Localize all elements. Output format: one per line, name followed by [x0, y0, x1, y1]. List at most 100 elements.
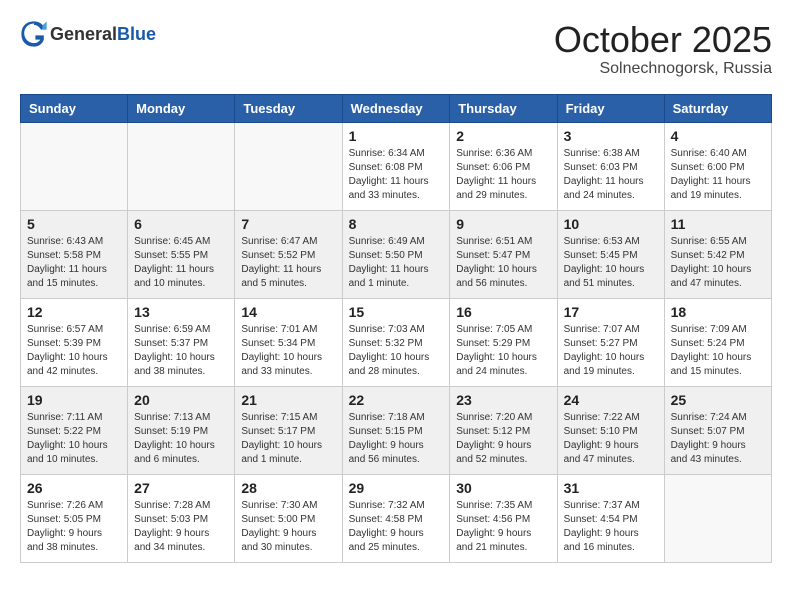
calendar-cell: 25 Sunrise: 7:24 AM Sunset: 5:07 PM Dayli…	[664, 386, 771, 474]
logo-blue: Blue	[117, 24, 156, 44]
cell-day-number: 2	[456, 128, 550, 144]
calendar-week-row: 1 Sunrise: 6:34 AM Sunset: 6:08 PM Daylig…	[21, 122, 772, 210]
cell-day-number: 27	[134, 480, 228, 496]
cell-day-info: Sunrise: 7:26 AM Sunset: 5:05 PM Dayligh…	[27, 499, 121, 555]
calendar-cell: 17 Sunrise: 7:07 AM Sunset: 5:27 PM Dayli…	[557, 298, 664, 386]
calendar-cell: 15Sunrise: 7:03 AM Sunset: 5:32 PM Dayli…	[342, 298, 450, 386]
logo-general: General	[50, 24, 117, 44]
calendar-cell: 13 Sunrise: 6:59 AM Sunset: 5:37 PM Dayli…	[128, 298, 235, 386]
cell-day-info: Sunrise: 7:11 AM Sunset: 5:22 PM Dayligh…	[27, 411, 121, 467]
cell-day-number: 12	[27, 304, 121, 320]
calendar-cell: 3 Sunrise: 6:38 AM Sunset: 6:03 PM Daylig…	[557, 122, 664, 210]
calendar-cell: 5 Sunrise: 6:43 AM Sunset: 5:58 PM Daylig…	[21, 210, 128, 298]
calendar-cell: 18Sunrise: 7:09 AM Sunset: 5:24 PM Dayli…	[664, 298, 771, 386]
calendar-cell: 24 Sunrise: 7:22 AM Sunset: 5:10 PM Dayli…	[557, 386, 664, 474]
page-header: GeneralBlue October 2025 Solnechnogorsk,…	[20, 20, 772, 78]
cell-day-number: 6	[134, 216, 228, 232]
month-title: October 2025	[554, 20, 772, 60]
calendar-cell: 4Sunrise: 6:40 AM Sunset: 6:00 PM Daylig…	[664, 122, 771, 210]
calendar-cell: 2 Sunrise: 6:36 AM Sunset: 6:06 PM Daylig…	[450, 122, 557, 210]
cell-day-info: Sunrise: 7:13 AM Sunset: 5:19 PM Dayligh…	[134, 411, 228, 467]
cell-day-number: 10	[564, 216, 658, 232]
cell-day-number: 13	[134, 304, 228, 320]
column-header-wednesday: Wednesday	[342, 94, 450, 122]
cell-day-info: Sunrise: 6:34 AM Sunset: 6:08 PM Dayligh…	[349, 147, 444, 203]
cell-day-number: 15	[349, 304, 444, 320]
cell-day-info: Sunrise: 7:22 AM Sunset: 5:10 PM Dayligh…	[564, 411, 658, 467]
calendar: SundayMondayTuesdayWednesdayThursdayFrid…	[20, 94, 772, 563]
calendar-header-row: SundayMondayTuesdayWednesdayThursdayFrid…	[21, 94, 772, 122]
cell-day-info: Sunrise: 6:47 AM Sunset: 5:52 PM Dayligh…	[241, 235, 335, 291]
cell-day-number: 16	[456, 304, 550, 320]
cell-day-number: 19	[27, 392, 121, 408]
cell-day-info: Sunrise: 7:32 AM Sunset: 4:58 PM Dayligh…	[349, 499, 444, 555]
cell-day-number: 31	[564, 480, 658, 496]
cell-day-number: 25	[671, 392, 765, 408]
column-header-friday: Friday	[557, 94, 664, 122]
cell-day-number: 26	[27, 480, 121, 496]
cell-day-info: Sunrise: 7:20 AM Sunset: 5:12 PM Dayligh…	[456, 411, 550, 467]
cell-day-number: 17	[564, 304, 658, 320]
cell-day-number: 22	[349, 392, 444, 408]
cell-day-info: Sunrise: 7:24 AM Sunset: 5:07 PM Dayligh…	[671, 411, 765, 467]
calendar-cell: 1 Sunrise: 6:34 AM Sunset: 6:08 PM Daylig…	[342, 122, 450, 210]
cell-day-info: Sunrise: 7:05 AM Sunset: 5:29 PM Dayligh…	[456, 323, 550, 379]
calendar-cell: 20 Sunrise: 7:13 AM Sunset: 5:19 PM Dayli…	[128, 386, 235, 474]
cell-day-number: 3	[564, 128, 658, 144]
location: Solnechnogorsk, Russia	[554, 60, 772, 78]
calendar-cell: 9Sunrise: 6:51 AM Sunset: 5:47 PM Daylig…	[450, 210, 557, 298]
calendar-week-row: 5 Sunrise: 6:43 AM Sunset: 5:58 PM Daylig…	[21, 210, 772, 298]
cell-day-number: 7	[241, 216, 335, 232]
column-header-saturday: Saturday	[664, 94, 771, 122]
cell-day-info: Sunrise: 7:35 AM Sunset: 4:56 PM Dayligh…	[456, 499, 550, 555]
column-header-tuesday: Tuesday	[235, 94, 342, 122]
calendar-cell: 31Sunrise: 7:37 AM Sunset: 4:54 PM Dayli…	[557, 474, 664, 562]
column-header-sunday: Sunday	[21, 94, 128, 122]
cell-day-number: 5	[27, 216, 121, 232]
cell-day-info: Sunrise: 7:30 AM Sunset: 5:00 PM Dayligh…	[241, 499, 335, 555]
cell-day-info: Sunrise: 6:59 AM Sunset: 5:37 PM Dayligh…	[134, 323, 228, 379]
calendar-cell: 19 Sunrise: 7:11 AM Sunset: 5:22 PM Dayli…	[21, 386, 128, 474]
calendar-cell	[664, 474, 771, 562]
cell-day-number: 24	[564, 392, 658, 408]
cell-day-info: Sunrise: 6:40 AM Sunset: 6:00 PM Dayligh…	[671, 147, 765, 203]
calendar-cell: 29Sunrise: 7:32 AM Sunset: 4:58 PM Dayli…	[342, 474, 450, 562]
cell-day-info: Sunrise: 6:45 AM Sunset: 5:55 PM Dayligh…	[134, 235, 228, 291]
cell-day-info: Sunrise: 7:07 AM Sunset: 5:27 PM Dayligh…	[564, 323, 658, 379]
cell-day-info: Sunrise: 7:01 AM Sunset: 5:34 PM Dayligh…	[241, 323, 335, 379]
calendar-cell: 21 Sunrise: 7:15 AM Sunset: 5:17 PM Dayli…	[235, 386, 342, 474]
cell-day-info: Sunrise: 6:57 AM Sunset: 5:39 PM Dayligh…	[27, 323, 121, 379]
calendar-week-row: 26 Sunrise: 7:26 AM Sunset: 5:05 PM Dayli…	[21, 474, 772, 562]
cell-day-number: 20	[134, 392, 228, 408]
calendar-cell: 28 Sunrise: 7:30 AM Sunset: 5:00 PM Dayli…	[235, 474, 342, 562]
cell-day-number: 21	[241, 392, 335, 408]
cell-day-number: 1	[349, 128, 444, 144]
logo: GeneralBlue	[20, 20, 156, 48]
calendar-cell: 8Sunrise: 6:49 AM Sunset: 5:50 PM Daylig…	[342, 210, 450, 298]
column-header-thursday: Thursday	[450, 94, 557, 122]
cell-day-info: Sunrise: 7:28 AM Sunset: 5:03 PM Dayligh…	[134, 499, 228, 555]
calendar-week-row: 12 Sunrise: 6:57 AM Sunset: 5:39 PM Dayli…	[21, 298, 772, 386]
calendar-cell: 22 Sunrise: 7:18 AM Sunset: 5:15 PM Dayli…	[342, 386, 450, 474]
cell-day-info: Sunrise: 7:15 AM Sunset: 5:17 PM Dayligh…	[241, 411, 335, 467]
cell-day-number: 11	[671, 216, 765, 232]
calendar-cell: 27 Sunrise: 7:28 AM Sunset: 5:03 PM Dayli…	[128, 474, 235, 562]
cell-day-info: Sunrise: 6:53 AM Sunset: 5:45 PM Dayligh…	[564, 235, 658, 291]
cell-day-number: 28	[241, 480, 335, 496]
calendar-cell: 7 Sunrise: 6:47 AM Sunset: 5:52 PM Daylig…	[235, 210, 342, 298]
cell-day-number: 30	[456, 480, 550, 496]
calendar-cell: 11Sunrise: 6:55 AM Sunset: 5:42 PM Dayli…	[664, 210, 771, 298]
cell-day-number: 14	[241, 304, 335, 320]
cell-day-info: Sunrise: 6:38 AM Sunset: 6:03 PM Dayligh…	[564, 147, 658, 203]
column-header-monday: Monday	[128, 94, 235, 122]
cell-day-info: Sunrise: 6:43 AM Sunset: 5:58 PM Dayligh…	[27, 235, 121, 291]
calendar-cell: 23Sunrise: 7:20 AM Sunset: 5:12 PM Dayli…	[450, 386, 557, 474]
logo-text: GeneralBlue	[50, 24, 156, 45]
cell-day-number: 18	[671, 304, 765, 320]
calendar-cell: 6 Sunrise: 6:45 AM Sunset: 5:55 PM Daylig…	[128, 210, 235, 298]
cell-day-info: Sunrise: 7:18 AM Sunset: 5:15 PM Dayligh…	[349, 411, 444, 467]
cell-day-info: Sunrise: 6:49 AM Sunset: 5:50 PM Dayligh…	[349, 235, 444, 291]
calendar-week-row: 19 Sunrise: 7:11 AM Sunset: 5:22 PM Dayli…	[21, 386, 772, 474]
cell-day-info: Sunrise: 6:36 AM Sunset: 6:06 PM Dayligh…	[456, 147, 550, 203]
calendar-cell: 10 Sunrise: 6:53 AM Sunset: 5:45 PM Dayli…	[557, 210, 664, 298]
